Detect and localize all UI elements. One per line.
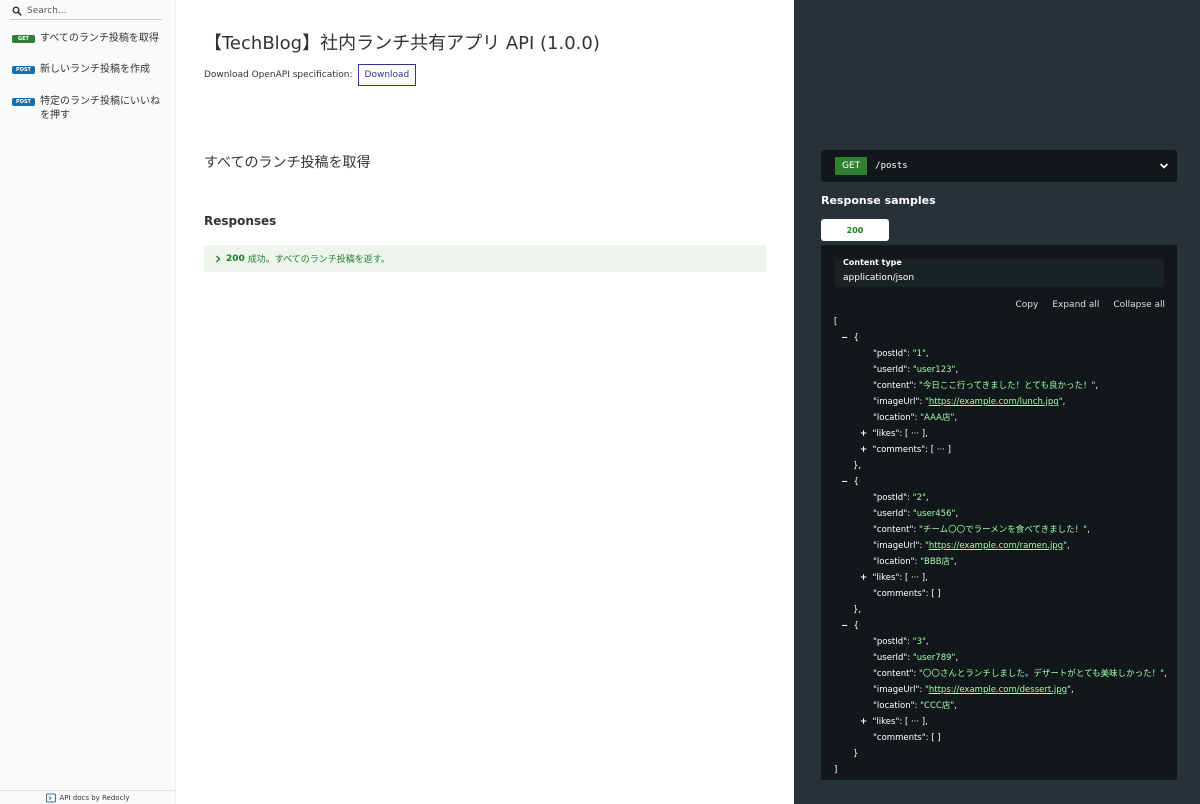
search-icon [12,6,22,16]
chevron-right-icon [216,255,221,262]
sidebar-item-create-post[interactable]: POST 新しいランチ投稿を作成 [12,63,162,77]
sidebar-item-label: 新しいランチ投稿を作成 [40,64,150,75]
json-line: "content": "〇〇さんとランチしました。デザートがとても美味しかった！… [873,669,1167,679]
json-value: "BBB店" [920,557,954,567]
get-method-badge: GET [12,35,35,43]
content-type-value: application/json [843,273,915,283]
content-type-selector[interactable]: Content type application/json [835,258,1164,287]
json-collapsed: [ ··· ] [904,717,926,727]
search-box [10,2,162,20]
json-line: "imageUrl": "https://example.com/ramen.j… [873,541,1070,551]
json-line: "comments": [ ] [873,733,941,743]
json-collapsed: [ ··· ] [904,429,926,439]
json-value: "〇〇さんとランチしました。デザートがとても美味しかった！" [918,669,1165,679]
page-title: 【TechBlog】社内ランチ共有アプリ API (1.0.0) [204,33,600,54]
json-line: + "comments": [ ··· ] [860,445,951,455]
sidebar-item-like-post[interactable]: POST 特定のランチ投稿にいいね を押す [12,95,162,123]
json-value: "チーム〇〇でラーメンを食べてきました！" [918,525,1088,535]
response-samples-title: Response samples [821,194,936,207]
json-object-open: − { [841,333,859,343]
post-method-badge: POST [12,66,35,74]
sidebar: GET すべてのランチ投稿を取得 POST 新しいランチ投稿を作成 POST 特… [0,0,176,804]
json-object-close: }, [853,605,862,615]
json-value: "user456" [912,509,956,519]
json-collapsed: [ ··· ] [904,573,926,583]
copy-button[interactable]: Copy [1015,300,1038,310]
json-object-close: }, [853,461,862,471]
chevron-down-icon [1159,163,1169,169]
redocly-footer-link[interactable]: API docs by Redocly [0,790,176,804]
json-value: [ ] [931,733,941,743]
code-actions: Copy Expand all Collapse all [1015,300,1165,310]
json-line: "postId": "3", [873,637,929,647]
search-input[interactable] [27,5,147,16]
json-line: "imageUrl": "https://example.com/lunch.j… [873,397,1066,407]
expand-all-button[interactable]: Expand all [1052,300,1099,310]
json-object-open: − { [841,621,859,631]
json-line: "userId": "user789", [873,653,959,663]
response-sample-box: Content type application/json Copy Expan… [821,245,1177,780]
json-line: + "likes": [ ··· ], [860,429,928,439]
json-line: "postId": "1", [873,349,929,359]
json-line: "location": "CCC店", [873,701,957,711]
json-object-open: − { [841,477,859,487]
json-line: "content": "チーム〇〇でラーメンを食べてきました！", [873,525,1090,535]
sidebar-item-get-posts[interactable]: GET すべてのランチ投稿を取得 [12,32,162,46]
json-line: "location": "BBB店", [873,557,957,567]
json-line: "userId": "user456", [873,509,959,519]
sidebar-item-label: 特定のランチ投稿にいいね を押す [40,96,160,121]
samples-panel: GET /posts Response samples 200 Content … [794,0,1200,804]
sidebar-item-label: すべてのランチ投稿を取得 [40,33,159,44]
json-open-bracket: [ [834,317,838,327]
tab-200[interactable]: 200 [821,219,889,241]
responses-heading: Responses [204,214,277,228]
endpoint-method: GET [835,157,868,175]
content-type-label: Content type [843,258,902,267]
json-value: "1" [912,349,926,359]
json-line: "imageUrl": "https://example.com/dessert… [873,685,1074,695]
json-value: [ ] [931,589,941,599]
response-200-row[interactable]: 200 成功。すべてのランチ投稿を返す。 [204,245,766,272]
redocly-logo-icon [46,793,57,802]
json-value: "今日ここ行ってきました！とても良かった！" [918,381,1096,391]
json-line: "content": "今日ここ行ってきました！とても良かった！", [873,381,1099,391]
download-text: Download OpenAPI specification: [204,70,353,80]
main-content: 【TechBlog】社内ランチ共有アプリ API (1.0.0) Downloa… [176,0,794,804]
json-link[interactable]: https://example.com/lunch.jpg [929,397,1059,407]
json-value: "user123" [912,365,956,375]
response-code: 200 [226,253,245,264]
download-button[interactable]: Download [357,64,417,86]
json-value: "user789" [912,653,956,663]
redocly-footer-text: API docs by Redocly [59,793,130,802]
json-value: "2" [912,493,926,503]
post-method-badge: POST [12,98,35,106]
json-link[interactable]: https://example.com/dessert.jpg [929,685,1067,695]
operation-title: すべてのランチ投稿を取得 [204,155,371,171]
json-line: + "likes": [ ··· ], [860,573,928,583]
json-object-close: } [853,749,859,759]
json-line: "userId": "user123", [873,365,959,375]
download-row: Download OpenAPI specification: Download [204,64,417,86]
json-close-bracket: ] [834,765,838,775]
response-description: 成功。すべてのランチ投稿を返す。 [247,255,390,265]
json-value: "CCC店" [920,701,955,711]
json-line: "postId": "2", [873,493,929,503]
json-link[interactable]: https://example.com/ramen.jpg [929,541,1063,551]
json-value: "AAA店" [920,413,955,423]
json-value: "3" [912,637,926,647]
endpoint-path: /posts [875,161,908,171]
endpoint-toggle[interactable]: GET /posts [821,150,1177,182]
json-line: + "likes": [ ··· ], [860,717,928,727]
collapse-all-button[interactable]: Collapse all [1113,300,1165,310]
json-line: "comments": [ ] [873,589,941,599]
json-line: "location": "AAA店", [873,413,958,423]
json-collapsed: [ ··· ] [930,445,951,455]
